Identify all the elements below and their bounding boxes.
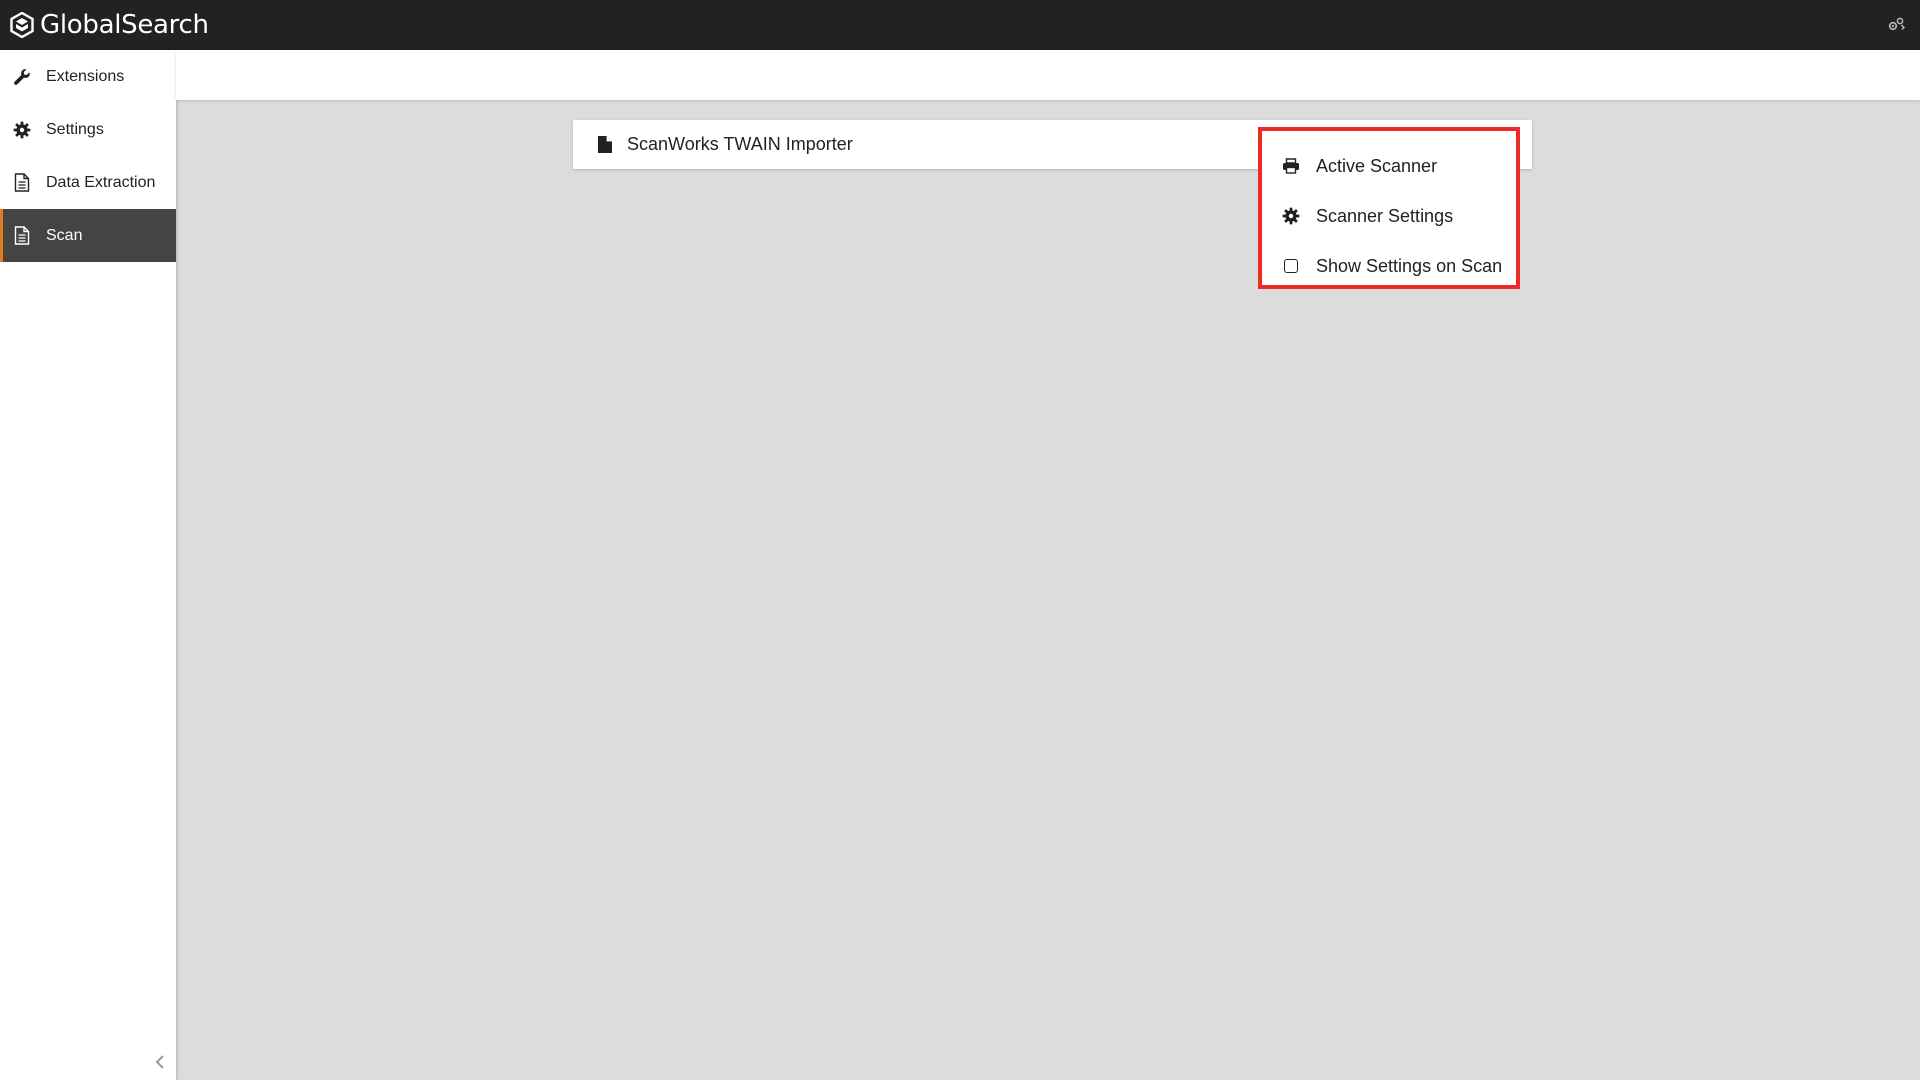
content-toolbar [176, 50, 1920, 100]
chevron-left-icon [155, 1055, 164, 1069]
menu-item-label: Active Scanner [1316, 155, 1438, 176]
sidebar-item-label: Data Extraction [46, 173, 156, 191]
menu-item-scanner-settings[interactable]: Scanner Settings [1262, 191, 1516, 241]
menu-item-active-scanner[interactable]: Active Scanner [1262, 141, 1516, 191]
top-bar: GlobalSearch [0, 0, 1920, 50]
printer-icon [1282, 157, 1300, 175]
sidebar-item-label: Extensions [46, 67, 125, 85]
importer-context-menu: Active Scanner Scanner Settings Show Set… [1258, 127, 1520, 289]
document-icon [12, 173, 32, 193]
sidebar-item-label: Scan [46, 226, 83, 244]
gear-icon [1282, 207, 1300, 225]
show-settings-checkbox[interactable] [1284, 259, 1298, 273]
sidebar-item-scan[interactable]: Scan [0, 209, 176, 262]
menu-item-label: Scanner Settings [1316, 205, 1454, 226]
menu-item-show-settings-on-scan[interactable]: Show Settings on Scan [1262, 241, 1516, 291]
checkbox-icon[interactable] [1282, 257, 1300, 275]
globalsearch-logo-icon [10, 12, 34, 38]
file-icon [595, 135, 615, 155]
sidebar-item-label: Settings [46, 120, 104, 138]
collapse-sidebar-button[interactable] [150, 1052, 170, 1072]
sidebar-item-settings[interactable]: Settings [0, 103, 176, 156]
wrench-icon [12, 67, 32, 87]
menu-item-label: Show Settings on Scan [1316, 255, 1503, 276]
sidebar-item-data-extraction[interactable]: Data Extraction [0, 156, 176, 209]
app-logo[interactable]: GlobalSearch [10, 10, 209, 40]
sidebar: Extensions Settings Data Extraction Scan [0, 50, 176, 1080]
sidebar-item-extensions[interactable]: Extensions [0, 50, 176, 103]
user-settings-icon[interactable] [1886, 15, 1906, 35]
app-title: GlobalSearch [40, 10, 209, 40]
gear-icon [12, 120, 32, 140]
importer-title: ScanWorks TWAIN Importer [627, 134, 853, 154]
document-icon [12, 226, 32, 246]
